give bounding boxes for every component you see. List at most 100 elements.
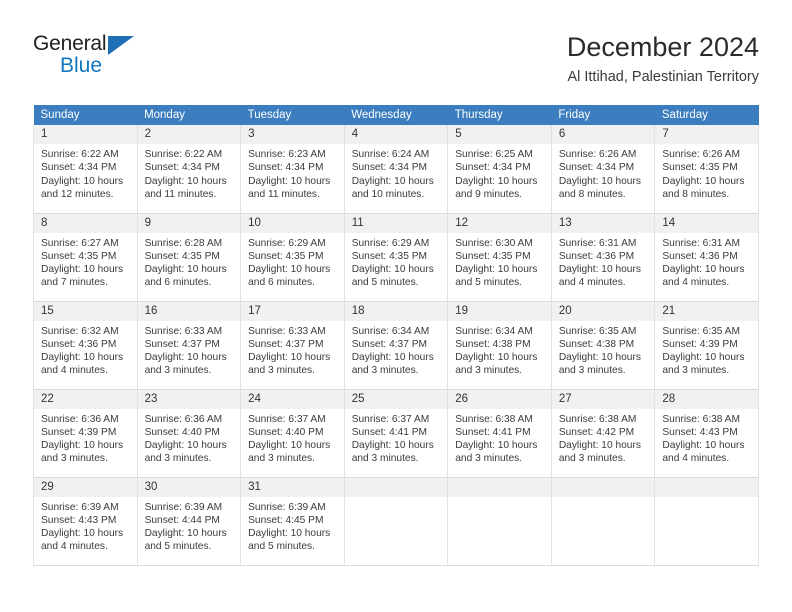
day-number: 12 [448, 213, 551, 233]
sunset-text: Sunset: 4:42 PM [558, 426, 635, 438]
calendar-day-cell[interactable]: 18 Sunrise: 6:34 AM Sunset: 4:37 PM Dayligh… [343, 301, 449, 390]
day-sun-info: Sunrise: 6:38 AM Sunset: 4:42 PM Daylight:… [552, 409, 655, 466]
calendar-day-cell[interactable]: 20 Sunrise: 6:35 AM Sunset: 4:38 PM Dayligh… [550, 301, 656, 390]
daylight-text: Daylight: 10 hours and 3 minutes. [248, 352, 331, 377]
calendar-day-cell[interactable]: 9 Sunrise: 6:28 AM Sunset: 4:35 PM Daylight… [136, 213, 242, 302]
calendar-day-cell[interactable]: 11 Sunrise: 6:29 AM Sunset: 4:35 PM Dayligh… [343, 213, 449, 302]
sunrise-text: Sunrise: 6:35 AM [662, 325, 740, 337]
daylight-text: Daylight: 10 hours and 3 minutes. [144, 440, 227, 465]
calendar-day-cell[interactable]: 27 Sunrise: 6:38 AM Sunset: 4:42 PM Dayligh… [550, 389, 656, 478]
sunset-text: Sunset: 4:45 PM [248, 514, 324, 526]
day-number: 9 [137, 213, 241, 233]
calendar-empty-cell [343, 477, 449, 566]
day-number: 21 [655, 301, 758, 321]
general-blue-logo[interactable]: General Blue [33, 32, 203, 92]
sunset-text: Sunset: 4:40 PM [144, 426, 220, 438]
calendar-day-cell[interactable]: 5 Sunrise: 6:25 AM Sunset: 4:34 PM Daylight… [447, 125, 552, 214]
sunset-text: Sunset: 4:34 PM [351, 162, 428, 174]
daylight-text: Daylight: 10 hours and 4 minutes. [41, 352, 124, 377]
day-number [344, 477, 448, 497]
calendar-day-cell[interactable]: 29 Sunrise: 6:39 AM Sunset: 4:43 PM Dayligh… [33, 477, 138, 566]
daylight-text: Daylight: 10 hours and 3 minutes. [455, 440, 538, 465]
calendar-body: 1 Sunrise: 6:22 AM Sunset: 4:34 PM Daylight… [33, 125, 759, 566]
sunset-text: Sunset: 4:39 PM [662, 338, 738, 350]
day-sun-info: Sunrise: 6:31 AM Sunset: 4:36 PM Daylight:… [552, 233, 655, 290]
sunset-text: Sunset: 4:44 PM [144, 514, 220, 526]
calendar-day-cell[interactable]: 10 Sunrise: 6:29 AM Sunset: 4:35 PM Dayligh… [240, 213, 345, 302]
daylight-text: Daylight: 10 hours and 6 minutes. [144, 264, 227, 289]
calendar-day-cell[interactable]: 22 Sunrise: 6:36 AM Sunset: 4:39 PM Dayligh… [33, 389, 138, 478]
daylight-text: Daylight: 10 hours and 12 minutes. [41, 175, 124, 200]
sunset-text: Sunset: 4:35 PM [248, 250, 324, 262]
calendar-day-cell[interactable]: 13 Sunrise: 6:31 AM Sunset: 4:36 PM Dayligh… [550, 213, 656, 302]
calendar-day-cell[interactable]: 21 Sunrise: 6:35 AM Sunset: 4:39 PM Dayligh… [654, 301, 759, 390]
day-number [655, 477, 758, 497]
sunset-text: Sunset: 4:34 PM [41, 162, 117, 174]
sunset-text: Sunset: 4:38 PM [558, 338, 635, 350]
logo-word-general: General [33, 32, 107, 55]
calendar-day-cell[interactable]: 14 Sunrise: 6:31 AM Sunset: 4:36 PM Dayligh… [654, 213, 759, 302]
sunset-text: Sunset: 4:41 PM [351, 426, 428, 438]
sunrise-text: Sunrise: 6:39 AM [41, 501, 119, 513]
daylight-text: Daylight: 10 hours and 5 minutes. [144, 528, 227, 553]
calendar-week-row: 1 Sunrise: 6:22 AM Sunset: 4:34 PM Daylight… [33, 125, 759, 214]
sunrise-text: Sunrise: 6:31 AM [558, 237, 637, 249]
calendar-day-cell[interactable]: 24 Sunrise: 6:37 AM Sunset: 4:40 PM Dayligh… [240, 389, 345, 478]
calendar-day-cell[interactable]: 6 Sunrise: 6:26 AM Sunset: 4:34 PM Daylight… [550, 125, 656, 214]
day-number: 19 [448, 301, 551, 321]
calendar-day-cell[interactable]: 30 Sunrise: 6:39 AM Sunset: 4:44 PM Dayligh… [136, 477, 242, 566]
day-sun-info: Sunrise: 6:39 AM Sunset: 4:43 PM Daylight:… [34, 497, 137, 554]
daylight-text: Daylight: 10 hours and 3 minutes. [144, 352, 227, 377]
day-number: 5 [448, 125, 551, 144]
sunset-text: Sunset: 4:43 PM [662, 426, 738, 438]
day-number: 1 [34, 125, 137, 144]
calendar-day-cell[interactable]: 4 Sunrise: 6:24 AM Sunset: 4:34 PM Daylight… [343, 125, 449, 214]
day-sun-info: Sunrise: 6:39 AM Sunset: 4:44 PM Daylight:… [138, 497, 241, 554]
sunrise-text: Sunrise: 6:32 AM [41, 325, 119, 337]
sunrise-text: Sunrise: 6:23 AM [248, 149, 326, 160]
calendar-day-cell[interactable]: 2 Sunrise: 6:22 AM Sunset: 4:34 PM Daylight… [136, 125, 242, 214]
calendar-day-cell[interactable]: 23 Sunrise: 6:36 AM Sunset: 4:40 PM Dayligh… [136, 389, 242, 478]
day-sun-info: Sunrise: 6:39 AM Sunset: 4:45 PM Daylight:… [241, 497, 344, 554]
day-number: 18 [344, 301, 448, 321]
calendar-day-cell[interactable]: 19 Sunrise: 6:34 AM Sunset: 4:38 PM Dayligh… [447, 301, 552, 390]
sunset-text: Sunset: 4:36 PM [662, 250, 738, 262]
sunset-text: Sunset: 4:37 PM [248, 338, 324, 350]
calendar-day-cell[interactable]: 8 Sunrise: 6:27 AM Sunset: 4:35 PM Daylight… [33, 213, 138, 302]
calendar-day-cell[interactable]: 28 Sunrise: 6:38 AM Sunset: 4:43 PM Dayligh… [654, 389, 759, 478]
sunset-text: Sunset: 4:34 PM [144, 162, 220, 174]
day-number: 28 [655, 389, 758, 409]
calendar-empty-cell [447, 477, 552, 566]
calendar-day-cell[interactable]: 16 Sunrise: 6:33 AM Sunset: 4:37 PM Dayligh… [136, 301, 242, 390]
day-number [551, 477, 655, 497]
sunrise-text: Sunrise: 6:25 AM [455, 149, 533, 160]
title-block: December 2024 Al Ittihad, Palestinian Te… [567, 30, 759, 88]
calendar-day-cell[interactable]: 26 Sunrise: 6:38 AM Sunset: 4:41 PM Dayligh… [447, 389, 552, 478]
sunrise-text: Sunrise: 6:37 AM [248, 413, 326, 425]
calendar-day-cell[interactable]: 3 Sunrise: 6:23 AM Sunset: 4:34 PM Daylight… [240, 125, 345, 214]
calendar-day-cell[interactable]: 1 Sunrise: 6:22 AM Sunset: 4:34 PM Daylight… [33, 125, 138, 214]
calendar-day-cell[interactable]: 15 Sunrise: 6:32 AM Sunset: 4:36 PM Dayligh… [33, 301, 138, 390]
calendar-day-cell[interactable]: 25 Sunrise: 6:37 AM Sunset: 4:41 PM Dayligh… [343, 389, 449, 478]
sunset-text: Sunset: 4:35 PM [41, 250, 117, 262]
calendar-day-cell[interactable]: 12 Sunrise: 6:30 AM Sunset: 4:35 PM Dayligh… [447, 213, 552, 302]
day-sun-info: Sunrise: 6:30 AM Sunset: 4:35 PM Daylight:… [448, 233, 551, 290]
sunrise-text: Sunrise: 6:38 AM [558, 413, 637, 425]
day-sun-info: Sunrise: 6:37 AM Sunset: 4:40 PM Daylight:… [241, 409, 344, 466]
weekday-header-saturday: Saturday [654, 105, 759, 125]
sunrise-text: Sunrise: 6:26 AM [662, 149, 740, 160]
day-number: 16 [137, 301, 241, 321]
sunrise-text: Sunrise: 6:33 AM [248, 325, 326, 337]
day-sun-info: Sunrise: 6:34 AM Sunset: 4:38 PM Daylight:… [448, 321, 551, 378]
weekday-header-friday: Friday [551, 105, 655, 125]
calendar-day-cell[interactable]: 31 Sunrise: 6:39 AM Sunset: 4:45 PM Dayligh… [240, 477, 345, 566]
sunset-text: Sunset: 4:37 PM [351, 338, 428, 350]
sunrise-text: Sunrise: 6:34 AM [351, 325, 430, 337]
calendar-day-cell[interactable]: 17 Sunrise: 6:33 AM Sunset: 4:37 PM Dayligh… [240, 301, 345, 390]
calendar-day-cell[interactable]: 7 Sunrise: 6:26 AM Sunset: 4:35 PM Daylight… [654, 125, 759, 214]
sunset-text: Sunset: 4:35 PM [662, 162, 738, 174]
daylight-text: Daylight: 10 hours and 3 minutes. [455, 352, 538, 377]
daylight-text: Daylight: 10 hours and 6 minutes. [248, 264, 331, 289]
calendar-header-row: Sunday Monday Tuesday Wednesday Thursday… [33, 105, 759, 125]
daylight-text: Daylight: 10 hours and 3 minutes. [662, 352, 745, 377]
